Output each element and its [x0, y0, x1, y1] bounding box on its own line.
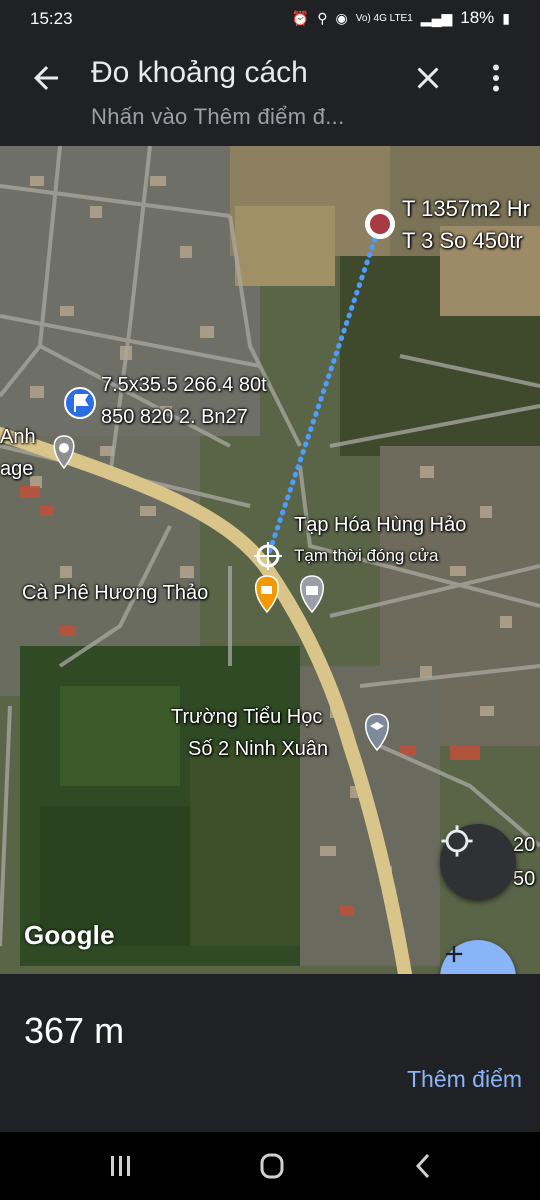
google-logo: Google: [24, 920, 115, 950]
system-nav-bar: [0, 1132, 540, 1200]
recent-apps-icon: [111, 1156, 130, 1176]
more-options-button[interactable]: [478, 60, 514, 96]
signal-icon: ▂▄▆: [420, 9, 453, 26]
chevron-left-icon: [415, 1153, 430, 1179]
back-nav-button[interactable]: [406, 1150, 442, 1182]
my-location-icon: [441, 825, 473, 857]
my-location-button[interactable]: [440, 824, 516, 900]
cafe-label[interactable]: Cà Phê Hương Thảo: [22, 582, 208, 605]
school-label-line1[interactable]: Trường Tiểu Học: [171, 706, 322, 729]
marker-label-line2: T 3 So 450tr: [402, 228, 523, 253]
battery-icon: ▮: [502, 9, 510, 26]
map-view[interactable]: T 1357m2 Hr T 3 So 450tr 7.5x35.5 266.4 …: [0, 146, 540, 974]
home-icon: [260, 1153, 284, 1179]
place-label-anh: Anh: [0, 426, 36, 448]
network-label: Vo) 4G LTE1: [355, 12, 413, 24]
more-vert-icon: [493, 64, 499, 92]
status-bar: 15:23 ⏰ ⚲ ◉ Vo) 4G LTE1 ▂▄▆ 18% ▮: [0, 0, 540, 38]
page-subtitle: Nhấn vào Thêm điểm đ...: [91, 104, 345, 129]
home-button[interactable]: [254, 1150, 290, 1182]
edge-label-line1: 20: [513, 834, 536, 856]
plus-icon: [445, 945, 463, 963]
battery-percent: 18%: [460, 8, 495, 27]
status-time: 15:23: [30, 9, 73, 28]
back-button[interactable]: [28, 60, 64, 96]
shop-name-label[interactable]: Tạp Hóa Hùng Hảo: [294, 514, 466, 537]
status-icons: ⏰ ⚲ ◉ Vo) 4G LTE1 ▂▄▆ 18% ▮: [292, 8, 510, 28]
shop-status-label: Tạm thời đóng cửa: [294, 546, 439, 565]
marker-label-line1: T 1357m2 Hr: [402, 196, 530, 221]
edge-label-line2: 50: [513, 868, 536, 890]
measure-start-marker: [365, 209, 395, 239]
hotspot-icon: ◉: [335, 9, 348, 26]
school-label-line2[interactable]: Số 2 Ninh Xuân: [188, 738, 328, 761]
distance-value: 367 m: [24, 1010, 125, 1051]
flag-label-line2: 850 820 2. Bn27: [101, 406, 248, 428]
page-title: Đo khoảng cách: [91, 56, 308, 89]
close-button[interactable]: [410, 60, 446, 96]
alarm-icon: ⏰: [291, 9, 310, 26]
app-bar: Đo khoảng cách Nhấn vào Thêm điểm đ...: [0, 38, 540, 146]
arrow-back-icon: [34, 66, 58, 90]
location-icon: ⚲: [317, 9, 328, 26]
flag-pin: [64, 387, 96, 419]
close-icon: [417, 67, 439, 89]
add-point-button[interactable]: Thêm điểm: [407, 1066, 522, 1093]
recent-apps-button[interactable]: [103, 1150, 139, 1182]
measure-panel: 367 m Thêm điểm: [0, 974, 540, 1132]
flag-label-line1: 7.5x35.5 266.4 80t: [101, 374, 267, 396]
place-label-age: age: [0, 458, 34, 480]
